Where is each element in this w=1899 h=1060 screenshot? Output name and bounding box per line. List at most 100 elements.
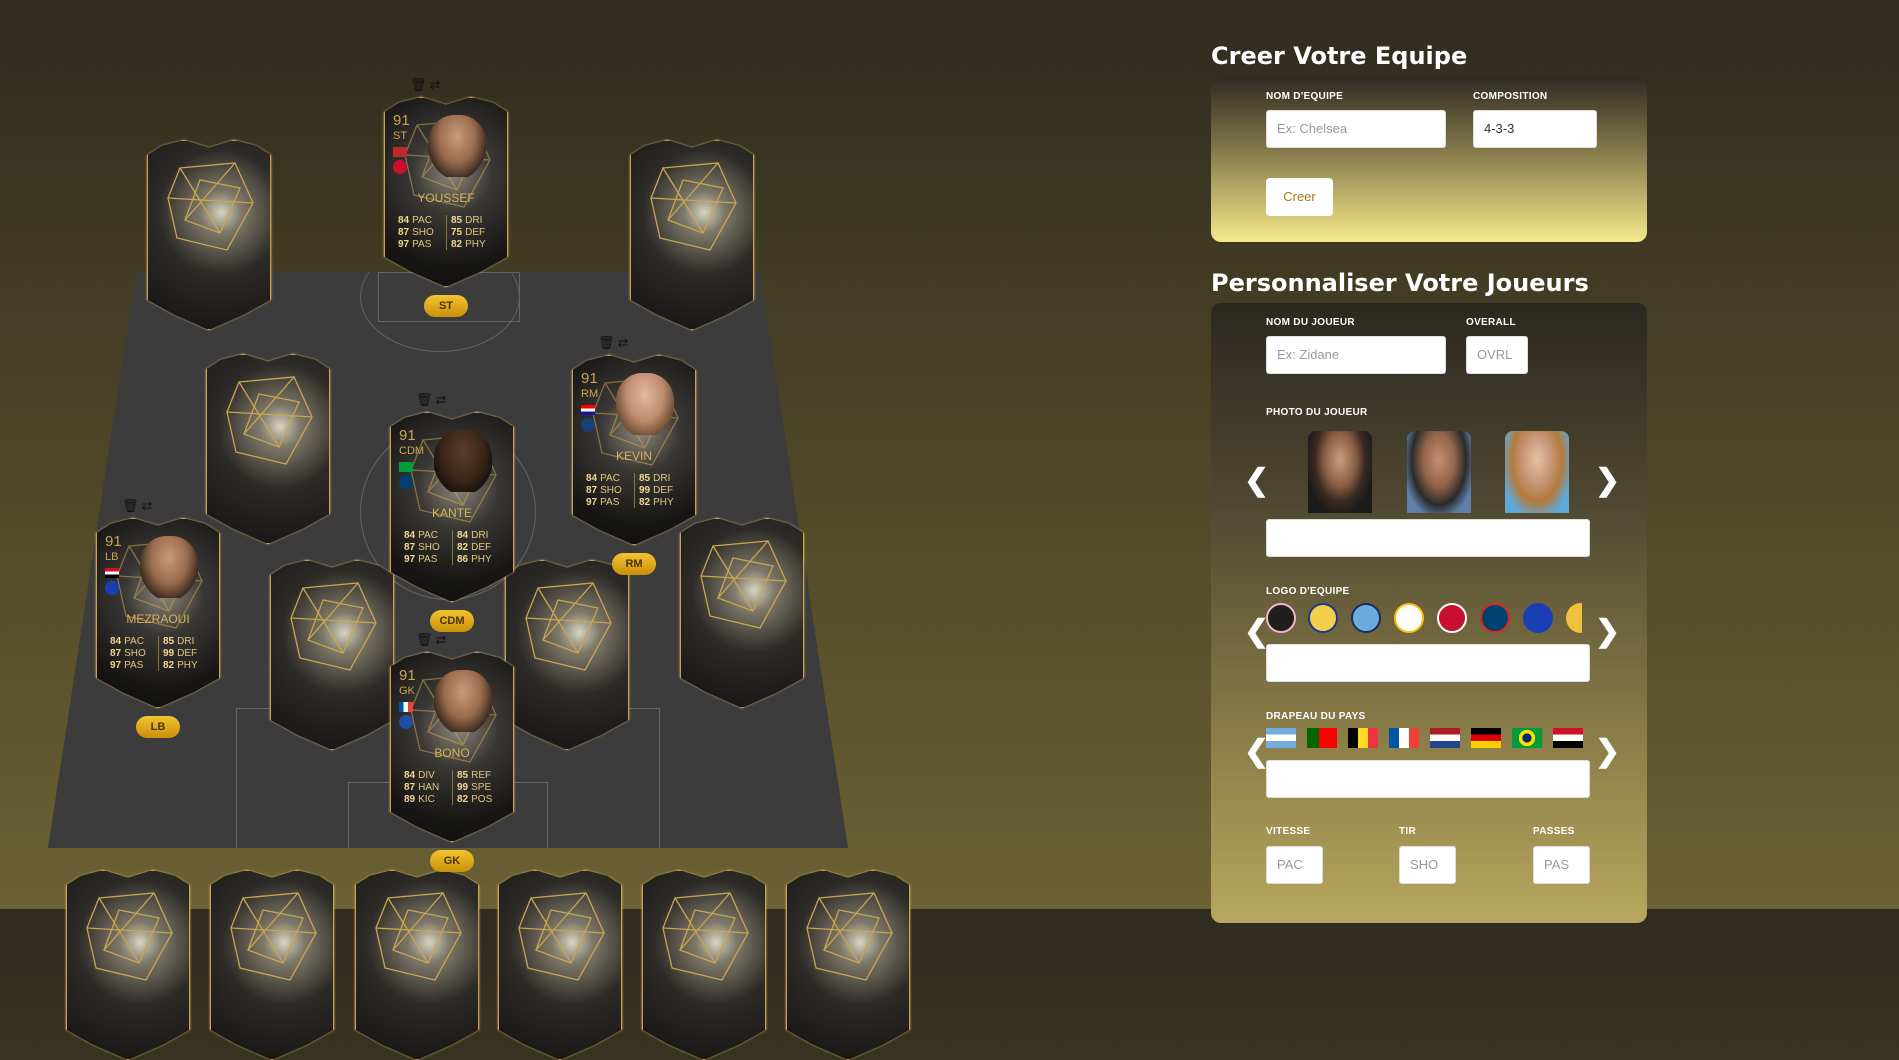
empty-card-slot[interactable]: [680, 518, 804, 708]
club-logo-liverpool[interactable]: [1437, 603, 1467, 633]
swap-icon[interactable]: ⇄: [618, 335, 629, 351]
position-badge[interactable]: ST: [424, 295, 468, 317]
logo-next-arrow[interactable]: ❯: [1595, 617, 1620, 647]
card-stat: 87 SHO: [404, 542, 440, 553]
empty-card-slot[interactable]: [642, 870, 766, 1060]
card-overall: 91: [581, 370, 598, 387]
card-stat: 99 DEF: [163, 648, 198, 659]
card-overall: 91: [399, 427, 416, 444]
club-logo-partial[interactable]: [1566, 603, 1582, 633]
team-name-input[interactable]: Ex: Chelsea: [1266, 110, 1446, 148]
flag-next-arrow[interactable]: ❯: [1595, 737, 1620, 767]
player-photo-3[interactable]: [1505, 431, 1569, 513]
player-section-title: Personnaliser Votre Joueurs: [1211, 269, 1589, 297]
card-stat: 84 PAC: [586, 473, 620, 484]
player-card[interactable]: 91 LB MEZRAOUI 84 PAC 85 DRI 87 SHO 99 DEF 97 PAS 82 P…: [96, 518, 220, 708]
player-card[interactable]: 91 ST YOUSSEF 84 PAC 85 DRI 87 SHO 75 DEF 97 PAS 82 PH…: [384, 97, 508, 287]
card-actions: 🗑 ⇄: [416, 392, 446, 408]
nation-flag-icon: [393, 147, 407, 157]
pass-input[interactable]: PAS: [1533, 846, 1590, 884]
swap-icon[interactable]: ⇄: [436, 632, 447, 648]
logo-prev-arrow[interactable]: ❮: [1244, 617, 1269, 647]
player-photo: [434, 430, 492, 492]
empty-card-slot[interactable]: [66, 870, 190, 1060]
club-logo-icon: [399, 475, 413, 489]
flag-belgium[interactable]: [1348, 728, 1378, 748]
card-player-name: KEVIN: [615, 449, 652, 463]
card-player-name: YOUSSEF: [417, 191, 475, 205]
photo-url-input[interactable]: [1266, 519, 1590, 557]
player-photo: [428, 115, 486, 177]
position-badge[interactable]: LB: [136, 716, 180, 738]
player-card[interactable]: 91 CDM KANTE 84 PAC 84 DRI 87 SHO 82 DEF 97 PAS 86 PHY: [390, 412, 514, 602]
club-logo-icon: [399, 715, 413, 729]
flag-netherlands[interactable]: [1430, 728, 1460, 748]
club-logo-man-city[interactable]: [1351, 603, 1381, 633]
trash-icon[interactable]: 🗑: [416, 392, 433, 408]
overall-input[interactable]: OVRL: [1466, 336, 1528, 374]
position-badge[interactable]: RM: [612, 553, 656, 575]
position-badge[interactable]: GK: [430, 850, 474, 872]
player-panel: NOM DU JOUEUR Ex: Zidane OVERALL OVRL PH…: [1211, 303, 1647, 923]
player-photo-1[interactable]: [1308, 431, 1372, 513]
flag-brazil[interactable]: [1512, 728, 1542, 748]
club-logo-psg[interactable]: [1480, 603, 1510, 633]
empty-card-slot[interactable]: [630, 140, 754, 330]
card-stat: 82 PHY: [163, 660, 198, 671]
club-logo-al-nassr[interactable]: [1308, 603, 1338, 633]
card-stat: 97 PAS: [586, 497, 620, 508]
card-stat: 82 PHY: [639, 497, 674, 508]
card-stat: 82 DEF: [457, 542, 492, 553]
swap-icon[interactable]: ⇄: [430, 77, 441, 93]
player-card[interactable]: 91 RM KEVIN 84 PAC 85 DRI 87 SHO 99 DEF 97 PAS 82 PHY: [572, 355, 696, 545]
empty-card-slot[interactable]: [786, 870, 910, 1060]
flag-egypt[interactable]: [1553, 728, 1583, 748]
photo-next-arrow[interactable]: ❯: [1595, 466, 1620, 496]
trash-icon[interactable]: 🗑: [416, 632, 433, 648]
swap-icon[interactable]: ⇄: [142, 498, 153, 514]
card-stat: 84 DRI: [457, 530, 489, 541]
player-photo: [434, 670, 492, 732]
empty-card-slot[interactable]: [270, 560, 394, 750]
photo-prev-arrow[interactable]: ❮: [1244, 466, 1269, 496]
card-stat: 85 DRI: [451, 215, 483, 226]
swap-icon[interactable]: ⇄: [436, 392, 447, 408]
card-actions: 🗑 ⇄: [122, 498, 152, 514]
composition-select[interactable]: 4-3-3: [1473, 110, 1597, 148]
player-photo-2[interactable]: [1407, 431, 1471, 513]
flag-label: DRAPEAU DU PAYS: [1266, 711, 1366, 722]
shot-input[interactable]: SHO: [1399, 846, 1456, 884]
card-stat: 82 POS: [457, 794, 493, 805]
empty-card-slot[interactable]: [147, 140, 271, 330]
empty-card-slot[interactable]: [505, 560, 629, 750]
trash-icon[interactable]: 🗑: [598, 335, 615, 351]
speed-label: VITESSE: [1266, 826, 1311, 837]
trash-icon[interactable]: 🗑: [410, 77, 427, 93]
position-badge[interactable]: CDM: [430, 610, 474, 632]
empty-card-slot[interactable]: [206, 354, 330, 544]
player-card[interactable]: 91 GK BONO 84 DIV 85 REF 87 HAN 99 SPE 89 KIC 82 POS: [390, 652, 514, 842]
flag-url-input[interactable]: [1266, 760, 1590, 798]
empty-card-slot[interactable]: [498, 870, 622, 1060]
overall-label: OVERALL: [1466, 317, 1516, 328]
create-team-button[interactable]: Creer: [1266, 178, 1333, 216]
club-logo-real-madrid[interactable]: [1394, 603, 1424, 633]
flag-portugal[interactable]: [1307, 728, 1337, 748]
flag-argentina[interactable]: [1266, 728, 1296, 748]
player-photo: [616, 373, 674, 435]
club-logo-al-hilal[interactable]: [1523, 603, 1553, 633]
empty-card-slot[interactable]: [210, 870, 334, 1060]
player-photo: [140, 536, 198, 598]
logo-label: LOGO D'EQUIPE: [1266, 586, 1350, 597]
flag-france[interactable]: [1389, 728, 1419, 748]
empty-card-slot[interactable]: [355, 870, 479, 1060]
flag-germany[interactable]: [1471, 728, 1501, 748]
card-player-name: MEZRAOUI: [126, 612, 190, 626]
speed-input[interactable]: PAC: [1266, 846, 1323, 884]
player-name-label: NOM DU JOUEUR: [1266, 317, 1355, 328]
trash-icon[interactable]: 🗑: [122, 498, 139, 514]
player-name-input[interactable]: Ex: Zidane: [1266, 336, 1446, 374]
club-logo-inter-miami[interactable]: [1266, 603, 1296, 633]
logo-url-input[interactable]: [1266, 644, 1590, 682]
card-stats: 84 PAC 85 DRI 87 SHO 75 DEF 97 PAS 82 PHY: [398, 215, 498, 250]
